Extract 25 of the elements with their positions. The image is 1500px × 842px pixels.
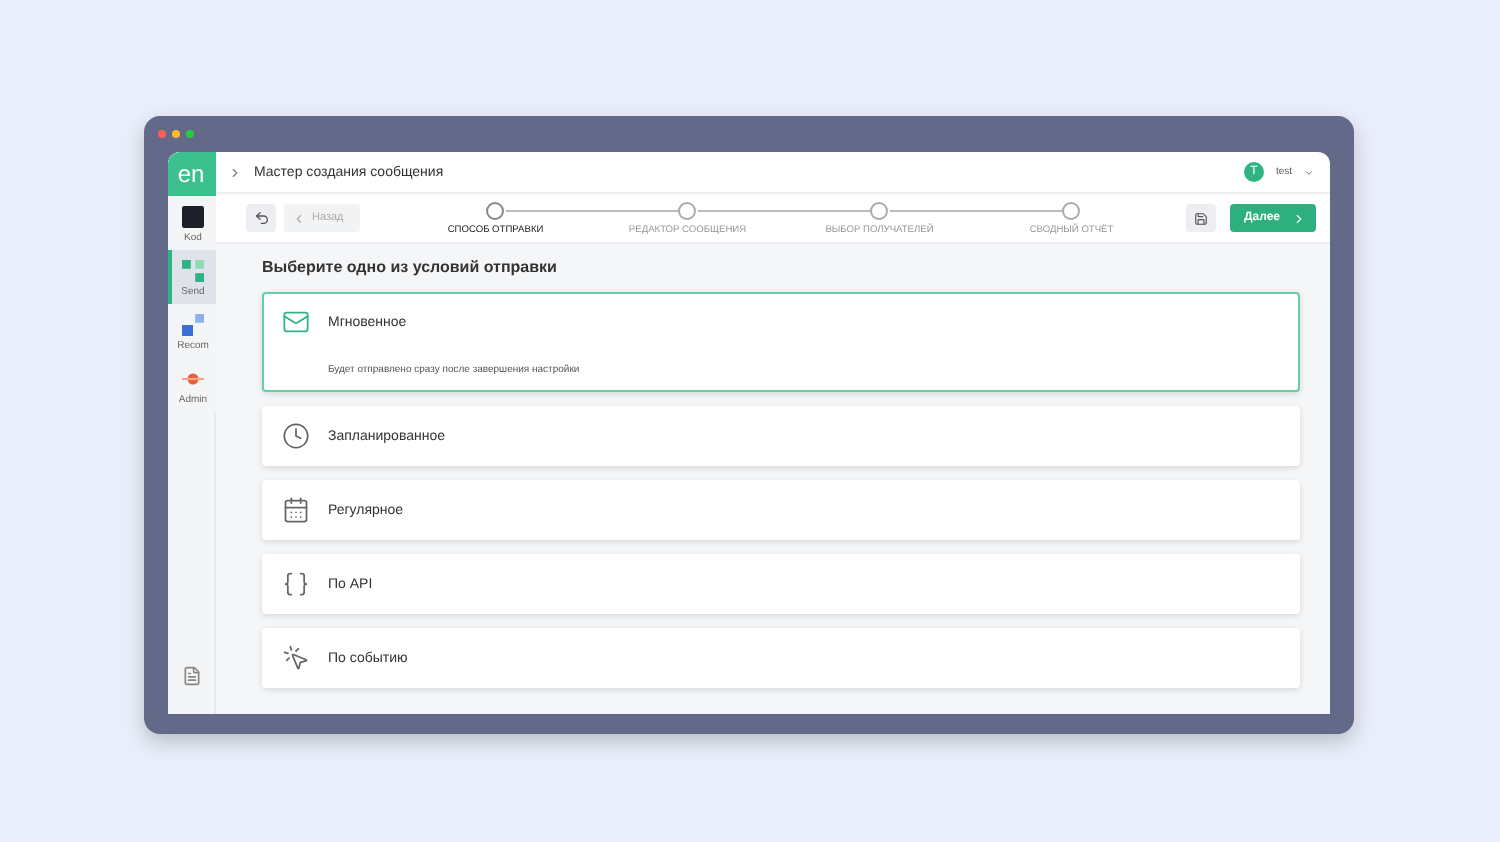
blocks-icon xyxy=(182,314,204,336)
clock-icon xyxy=(282,422,310,450)
envelope-icon xyxy=(282,308,310,336)
expand-icon[interactable] xyxy=(228,165,242,179)
step-circle[interactable] xyxy=(678,201,697,219)
step-circle[interactable] xyxy=(486,201,505,219)
close-dot[interactable] xyxy=(158,130,166,138)
document-icon[interactable] xyxy=(181,666,201,686)
section-heading: Выберите одно из условий отправки xyxy=(262,258,559,276)
undo-button[interactable] xyxy=(246,204,276,232)
maximize-dot[interactable] xyxy=(186,130,194,138)
blocks-icon xyxy=(182,260,204,282)
calendar-icon xyxy=(282,496,310,524)
step-circle[interactable] xyxy=(1062,201,1081,219)
step-circle[interactable] xyxy=(870,201,889,219)
save-icon xyxy=(1193,211,1208,225)
braces-icon xyxy=(282,570,310,598)
minimize-dot[interactable] xyxy=(172,130,180,138)
square-icon xyxy=(182,206,204,228)
caret-icon[interactable] xyxy=(1304,167,1314,177)
cursor-click-icon xyxy=(282,644,310,672)
undo-icon xyxy=(253,210,269,226)
chevron-right-icon xyxy=(1292,211,1306,225)
save-button[interactable] xyxy=(1185,204,1216,232)
chevron-left-icon xyxy=(292,211,306,225)
